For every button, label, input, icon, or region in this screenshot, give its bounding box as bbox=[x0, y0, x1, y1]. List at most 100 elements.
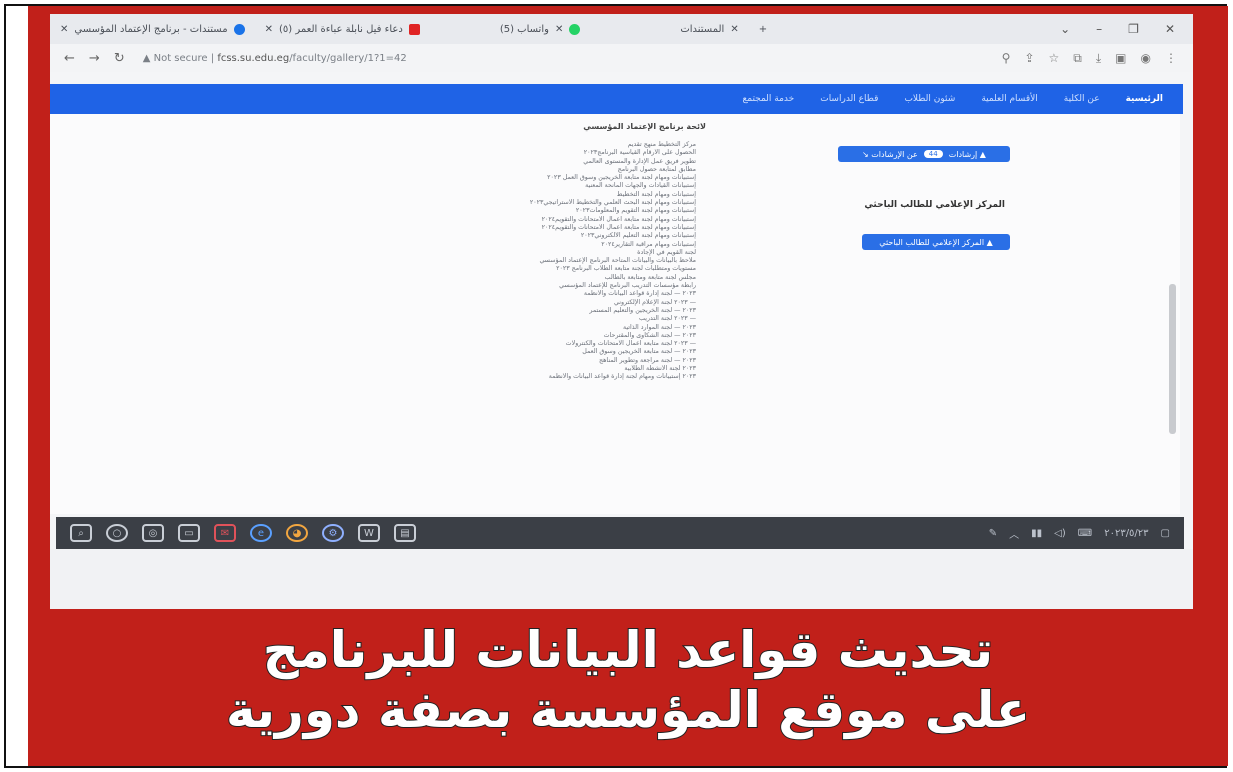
folder-icon[interactable]: ▭ bbox=[178, 524, 200, 542]
nav-item[interactable]: شئون الطلاب bbox=[904, 94, 955, 104]
image-border: ✕ مستندات - برنامج الإعتماد المؤسسي ✕ (٥… bbox=[4, 4, 1228, 768]
mail-icon[interactable]: ✉ bbox=[214, 524, 236, 542]
list-item[interactable]: ٢٠٢٣ — لجنة الموارد الذاتية bbox=[340, 324, 696, 332]
pen-icon[interactable]: ✎ bbox=[989, 528, 997, 539]
list-item[interactable]: ٢٠٢٣ — لجنة الخريجين والتعليم المستمر bbox=[340, 307, 696, 315]
nav-item[interactable]: خدمة المجتمع bbox=[742, 94, 794, 104]
edge-icon[interactable]: e bbox=[250, 524, 272, 542]
button-label: ▲ إرشادات bbox=[948, 149, 986, 159]
guidance-button[interactable]: ▲ إرشادات 44 عن الإرشادات ↘ bbox=[838, 146, 1010, 162]
chevron-up-icon[interactable]: ︿ bbox=[1009, 526, 1019, 541]
menu-icon[interactable]: ⋮ bbox=[1165, 51, 1177, 66]
zoom-icon[interactable]: ⚲ bbox=[1002, 51, 1011, 66]
list-item[interactable]: مركز التخطيط منهج تقديم bbox=[340, 141, 696, 149]
button-tail: عن الإرشادات ↘ bbox=[862, 149, 918, 159]
list-item[interactable]: الحصول على الأرقام القياسية البرنامج٢٠٢٣ bbox=[340, 149, 696, 157]
desk-background bbox=[50, 549, 1193, 609]
new-tab-button[interactable]: + bbox=[749, 17, 777, 41]
whatsapp-icon bbox=[569, 23, 581, 35]
profile-icon[interactable]: ◉ bbox=[1141, 51, 1151, 66]
list-item[interactable]: تطوير فريق عمل الإدارة والمستوى العالمي bbox=[340, 158, 696, 166]
warning-icon: ▲ bbox=[142, 52, 151, 64]
list-item[interactable]: إستبيانات ومهام لجنة البحث العلمي والتخط… bbox=[340, 199, 696, 207]
task-view-icon[interactable]: ◎ bbox=[142, 524, 164, 542]
list-heading: لائحة برنامج الإعتماد المؤسسي bbox=[583, 122, 706, 131]
search-icon[interactable]: ⌕ bbox=[70, 524, 92, 542]
list-item[interactable]: ٢٠٢٣ — لجنة متابعة الخريجين وسوق العمل bbox=[340, 348, 696, 356]
cortana-icon[interactable]: ○ bbox=[106, 524, 128, 542]
notifications-icon[interactable]: ▢ bbox=[1161, 528, 1170, 539]
tab-close-icon[interactable]: ✕ bbox=[265, 24, 273, 35]
settings-icon[interactable]: ⚙ bbox=[322, 524, 344, 542]
list-item[interactable]: — ٢٠٢٣ لجنة متابعة أعمال الامتحانات والك… bbox=[340, 340, 696, 348]
list-item[interactable]: ٢٠٢٣ إستبيانات ومهام لجنة إدارة قواعد ال… bbox=[340, 373, 696, 381]
list-item[interactable]: ٢٠٢٣ — لجنة الشكاوى والمقترحات bbox=[340, 332, 696, 340]
list-item[interactable]: إستبيانات ومهام لجنة متابعة الخريجين وسو… bbox=[340, 174, 696, 182]
chrome-icon[interactable]: ◕ bbox=[286, 524, 308, 542]
minimize-icon[interactable]: – bbox=[1096, 22, 1102, 36]
browser-tab[interactable]: ✕ مستندات - برنامج الإعتماد المؤسسي bbox=[50, 17, 255, 41]
url-path: /faculty/gallery/1?1=42 bbox=[289, 52, 407, 64]
list-item[interactable]: إستبيانات ومهام لجنة متابعة أعمال الامتح… bbox=[340, 224, 696, 232]
sidepanel-icon[interactable]: ▣ bbox=[1115, 51, 1126, 66]
browser-tab[interactable]: ✕ (٥) دعاء فيل نابلة عباءة العمر bbox=[255, 17, 430, 41]
list-item[interactable]: — ٢٠٢٣ لجنة التدريب bbox=[340, 315, 696, 323]
browser-tab-bar: ✕ مستندات - برنامج الإعتماد المؤسسي ✕ (٥… bbox=[50, 14, 1193, 44]
youtube-icon bbox=[408, 23, 420, 35]
bookmark-star-icon[interactable]: ☆ bbox=[1049, 51, 1060, 66]
list-item[interactable]: إستبيانات ومهام لجنة متابعة أعمال الامتح… bbox=[340, 216, 696, 224]
maximize-icon[interactable]: ❐ bbox=[1128, 22, 1139, 36]
reload-icon[interactable]: ↻ bbox=[114, 51, 125, 66]
nav-item[interactable]: عن الكلية bbox=[1064, 94, 1100, 104]
clock-text[interactable]: ٢٠٢٣/٥/٢٣ bbox=[1104, 528, 1148, 539]
media-center-button[interactable]: ▲ المركز الإعلامي للطالب الباحثي bbox=[862, 234, 1010, 250]
list-item[interactable]: ٢٠٢٣ — لجنة مراجعة وتطوير المناهج bbox=[340, 357, 696, 365]
forward-icon[interactable]: → bbox=[89, 51, 100, 66]
word-icon[interactable]: W bbox=[358, 524, 380, 542]
nav-item[interactable]: الأقسام العلمية bbox=[981, 94, 1037, 104]
share-icon[interactable]: ⇪ bbox=[1024, 51, 1034, 66]
list-item[interactable]: مستويات ومتطلبات لجنة متابعة الطلاب البر… bbox=[340, 265, 696, 273]
url-field[interactable]: ▲ Not secure | fcss.su.edu.eg/faculty/ga… bbox=[143, 53, 407, 64]
tab-label: (٥) دعاء فيل نابلة عباءة العمر bbox=[278, 23, 403, 35]
list-item[interactable]: لجنة القويم في الإجادة bbox=[340, 249, 696, 257]
nav-item[interactable]: قطاع الدراسات bbox=[820, 94, 878, 104]
download-icon[interactable]: ⤓ bbox=[1096, 51, 1101, 66]
documents-list: مركز التخطيط منهج تقديمالحصول على الأرقا… bbox=[340, 141, 710, 382]
list-item[interactable]: إستبيانات ومهام لجنة التقويم والمعلومات٢… bbox=[340, 207, 696, 215]
list-item[interactable]: إستبيانات ومهام لجنة التخطيط bbox=[340, 191, 696, 199]
list-item[interactable]: إستبيانات القيادات والجهات المانحة المعن… bbox=[340, 182, 696, 190]
network-icon[interactable]: ▮▮ bbox=[1031, 528, 1042, 539]
tab-label: (5) واتساب bbox=[499, 23, 549, 35]
tab-close-icon[interactable]: ✕ bbox=[555, 24, 563, 35]
window-controls: ⌄ – ❐ ✕ bbox=[1060, 22, 1193, 36]
close-window-icon[interactable]: ✕ bbox=[1165, 22, 1175, 36]
volume-icon[interactable]: ◁) bbox=[1054, 528, 1066, 539]
tab-search-icon[interactable]: ⌄ bbox=[1060, 22, 1070, 36]
browser-tab-active[interactable]: المستندات ✕ bbox=[670, 17, 748, 41]
caption-banner: تحديث قواعد البيانات للبرنامج على موقع ا… bbox=[28, 620, 1228, 741]
list-item[interactable]: ٢٠٢٣ لجنة الأنشطة الطلابية bbox=[340, 365, 696, 373]
scrollbar[interactable] bbox=[1169, 284, 1176, 434]
screenshot-photo: ✕ مستندات - برنامج الإعتماد المؤسسي ✕ (٥… bbox=[50, 14, 1193, 609]
list-item[interactable]: إستبيانات ومهام مراقبة التقارير٢٠٢٤ bbox=[340, 241, 696, 249]
tab-close-icon[interactable]: ✕ bbox=[730, 24, 738, 35]
list-item[interactable]: رابطة مؤسسات التدريب البرنامج للإعتماد ا… bbox=[340, 282, 696, 290]
list-item[interactable]: ٢٠٢٣ — لجنة إدارة قواعد البيانات والأنظم… bbox=[340, 290, 696, 298]
right-panel: ▲ إرشادات 44 عن الإرشادات ↘ المركز الإعل… bbox=[810, 114, 1150, 494]
section-heading: المركز الإعلامي للطالب الباحثي bbox=[864, 200, 1005, 210]
list-item[interactable]: ملاحظ بالبيانات والبيانات المتاحة البرنا… bbox=[340, 257, 696, 265]
browser-tab[interactable]: (5) واتساب ✕ bbox=[490, 17, 591, 41]
tab-close-icon[interactable]: ✕ bbox=[60, 24, 68, 35]
back-icon[interactable]: ← bbox=[64, 51, 75, 66]
list-item[interactable]: مطابق لمتابعة حصول البرنامج bbox=[340, 166, 696, 174]
caption-line-1: تحديث قواعد البيانات للبرنامج bbox=[262, 620, 994, 680]
language-icon[interactable]: ⌨ bbox=[1078, 528, 1092, 539]
nav-item[interactable]: الرئيسية bbox=[1126, 94, 1163, 104]
site-navbar: الرئيسية عن الكلية الأقسام العلمية شئون … bbox=[50, 84, 1183, 114]
extensions-icon[interactable]: ⧉ bbox=[1073, 51, 1082, 66]
list-item[interactable]: إستبيانات ومهام لجنة التعليم الالكتروني٢… bbox=[340, 232, 696, 240]
explorer-icon[interactable]: ▤ bbox=[394, 524, 416, 542]
list-item[interactable]: — ٢٠٢٣ لجنة الإعلام الإلكتروني bbox=[340, 299, 696, 307]
list-item[interactable]: مجلس لجنة متابعة ومتابعة بالطالب bbox=[340, 274, 696, 282]
